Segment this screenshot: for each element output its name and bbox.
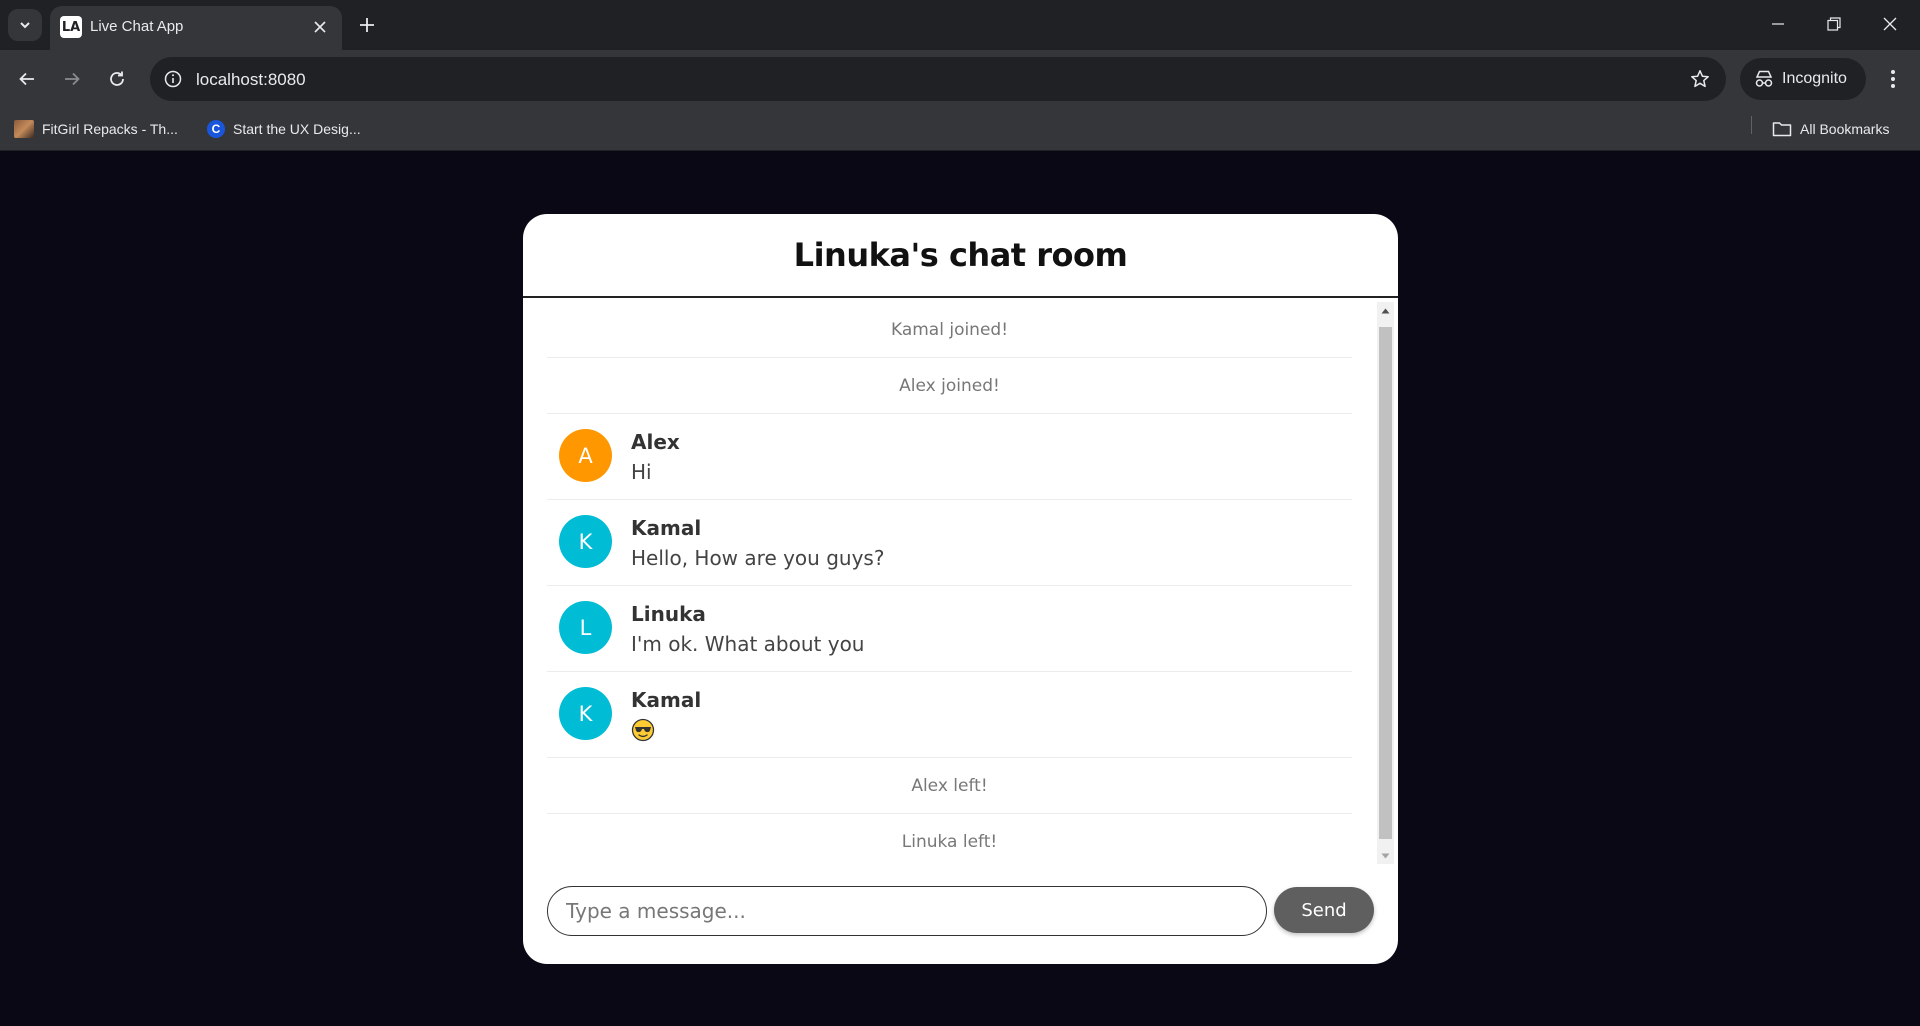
- incognito-indicator[interactable]: Incognito: [1740, 58, 1866, 100]
- avatar: A: [559, 429, 612, 482]
- message-list[interactable]: Kamal joined! Alex joined! A Alex Hi K K…: [547, 302, 1352, 862]
- c-logo-icon: C: [207, 120, 225, 138]
- close-icon: [1883, 17, 1897, 31]
- browser-menu-button[interactable]: [1878, 63, 1908, 95]
- close-icon: [314, 21, 326, 33]
- bookmark-item[interactable]: C Start the UX Desig...: [207, 116, 361, 142]
- reload-icon: [110, 71, 124, 86]
- message-composer: Send: [547, 886, 1374, 936]
- bookmark-item[interactable]: FitGirl Repacks - Th...: [14, 116, 178, 142]
- message-text: Hi: [631, 460, 652, 484]
- message-sender: Kamal: [631, 516, 702, 540]
- all-bookmarks-label: All Bookmarks: [1800, 121, 1890, 137]
- tab-favicon-icon: LA: [60, 16, 82, 38]
- more-vertical-icon: [1891, 70, 1895, 88]
- arrow-right-icon: [65, 72, 80, 86]
- system-message: Alex left!: [547, 758, 1352, 814]
- info-icon: [164, 70, 182, 88]
- restore-window-button[interactable]: [1814, 8, 1854, 40]
- scroll-up-button[interactable]: [1377, 302, 1394, 319]
- tab-title: Live Chat App: [90, 18, 184, 35]
- chat-message: L Linuka I'm ok. What about you: [547, 586, 1352, 672]
- avatar: L: [559, 601, 612, 654]
- bookmark-star-button[interactable]: [1688, 67, 1712, 91]
- star-icon: [1691, 70, 1709, 88]
- message-sender: Alex: [631, 430, 680, 454]
- chat-header: Linuka's chat room: [523, 214, 1398, 298]
- back-button[interactable]: [10, 62, 44, 96]
- bookmark-label: FitGirl Repacks - Th...: [42, 121, 178, 137]
- avatar: K: [559, 515, 612, 568]
- chat-room-title: Linuka's chat room: [793, 236, 1128, 274]
- new-tab-button[interactable]: [352, 10, 382, 40]
- all-bookmarks-button[interactable]: All Bookmarks: [1772, 116, 1889, 142]
- forward-button[interactable]: [55, 62, 89, 96]
- browser-tab-bar: LA Live Chat App: [0, 0, 1920, 50]
- system-message: Linuka left!: [547, 814, 1352, 862]
- message-sender: Kamal: [631, 688, 702, 712]
- system-message: Alex joined!: [547, 358, 1352, 414]
- send-button[interactable]: Send: [1274, 887, 1374, 933]
- url-text[interactable]: localhost:8080: [196, 70, 306, 90]
- triangle-down-icon: [1381, 853, 1390, 858]
- chat-message: K Kamal: [547, 672, 1352, 758]
- sunglasses-emoji-icon: [631, 718, 655, 742]
- browser-tab-active[interactable]: LA Live Chat App: [50, 6, 342, 50]
- bookmark-label: Start the UX Desig...: [233, 121, 361, 137]
- browser-toolbar: localhost:8080 Incognito: [0, 50, 1920, 108]
- folder-icon: [1772, 122, 1792, 137]
- reload-button[interactable]: [100, 62, 134, 96]
- bookmarks-separator: [1751, 116, 1752, 134]
- minimize-window-button[interactable]: [1758, 8, 1798, 40]
- arrow-left-icon: [19, 72, 34, 86]
- site-info-button[interactable]: [160, 66, 186, 92]
- site-thumbnail-icon: [14, 120, 34, 138]
- plus-icon: [360, 18, 374, 32]
- scroll-down-button[interactable]: [1377, 847, 1394, 864]
- message-input[interactable]: [547, 886, 1267, 936]
- bookmarks-bar: FitGirl Repacks - Th... C Start the UX D…: [0, 108, 1920, 151]
- incognito-label: Incognito: [1782, 70, 1847, 87]
- avatar: K: [559, 687, 612, 740]
- scrollbar-thumb[interactable]: [1379, 327, 1392, 839]
- tab-search-button[interactable]: [8, 9, 42, 41]
- chat-message: K Kamal Hello, How are you guys?: [547, 500, 1352, 586]
- tab-close-button[interactable]: [310, 17, 330, 37]
- message-text: Hello, How are you guys?: [631, 546, 885, 570]
- triangle-up-icon: [1381, 308, 1390, 313]
- message-list-scrollbar[interactable]: [1377, 302, 1394, 864]
- address-bar[interactable]: localhost:8080: [150, 57, 1726, 101]
- restore-icon: [1827, 17, 1841, 31]
- chevron-down-icon: [20, 22, 30, 29]
- message-text: I'm ok. What about you: [631, 632, 865, 656]
- close-window-button[interactable]: [1870, 8, 1910, 40]
- chat-message: A Alex Hi: [547, 414, 1352, 500]
- incognito-icon: [1755, 70, 1773, 87]
- minimize-icon: [1772, 23, 1784, 25]
- system-message: Kamal joined!: [547, 302, 1352, 358]
- chat-card: Linuka's chat room Kamal joined! Alex jo…: [523, 214, 1398, 964]
- message-sender: Linuka: [631, 602, 706, 626]
